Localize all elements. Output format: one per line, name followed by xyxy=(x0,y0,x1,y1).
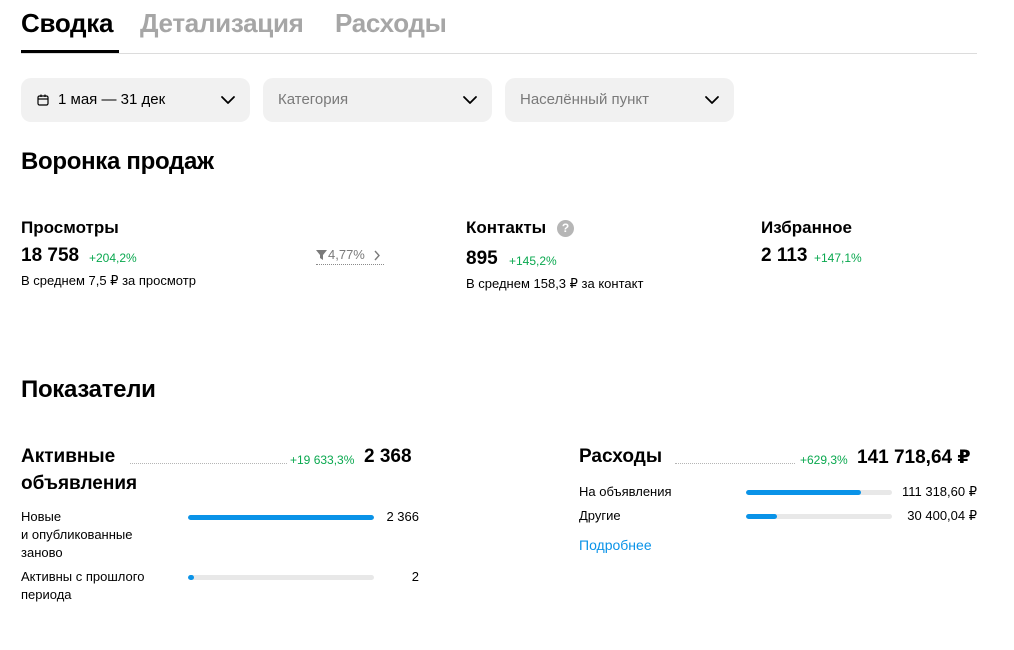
active-ads-title-line2: объявления xyxy=(21,473,138,494)
chevron-down-icon xyxy=(463,96,477,104)
row-value-new: 2 366 xyxy=(386,509,419,524)
active-ads-delta: +19 633,3% xyxy=(290,453,355,467)
contacts-subtext: В среднем 158,3 ₽ за контакт xyxy=(466,276,644,291)
leader-dots xyxy=(675,463,795,464)
tab-expenses[interactable]: Расходы xyxy=(335,8,447,39)
views-title: Просмотры xyxy=(21,218,119,237)
conversion-value: 4,77% xyxy=(328,247,365,262)
bar-fill-other xyxy=(746,514,778,519)
tab-details[interactable]: Детализация xyxy=(140,8,304,39)
location-select[interactable]: Населённый пункт xyxy=(505,78,734,122)
row-label-line: периода xyxy=(21,587,72,602)
favorites-delta: +147,1% xyxy=(814,251,862,265)
period-select[interactable]: 1 мая — 31 дек xyxy=(21,78,250,122)
row-value-ads: 111 318,60 ₽ xyxy=(901,484,977,499)
row-label-line: заново xyxy=(21,545,63,560)
bar-track-ads xyxy=(746,490,892,495)
contacts-title: Контакты xyxy=(466,218,547,237)
chevron-down-icon xyxy=(705,96,719,104)
funnel-heading: Воронка продаж xyxy=(21,148,214,175)
row-label-line: Активны с прошлого xyxy=(21,569,145,584)
bar-track-other xyxy=(746,514,892,519)
calendar-icon xyxy=(37,94,49,106)
chevron-down-icon xyxy=(221,96,235,104)
details-link[interactable]: Подробнее xyxy=(579,537,652,553)
bar-track-prev xyxy=(188,575,374,580)
expenses-title: Расходы xyxy=(579,446,663,467)
indicators-heading: Показатели xyxy=(21,376,156,403)
bar-fill-new xyxy=(188,515,374,520)
category-select[interactable]: Категория xyxy=(263,78,492,122)
period-value: 1 мая — 31 дек xyxy=(58,91,166,108)
row-value-prev: 2 xyxy=(411,569,419,584)
bar-track-new xyxy=(188,515,374,520)
tab-summary[interactable]: Сводка xyxy=(21,8,113,39)
expenses-delta: +629,3% xyxy=(800,453,848,467)
active-ads-title-line1: Активные xyxy=(21,446,116,467)
leader-dots xyxy=(130,463,287,464)
row-label-other: Другие xyxy=(579,508,621,523)
active-ads-value: 2 368 xyxy=(364,446,412,467)
chevron-right-icon xyxy=(374,250,380,261)
bar-fill-ads xyxy=(746,490,861,495)
row-label-line: и опубликованные xyxy=(21,527,133,542)
contacts-delta: +145,2% xyxy=(509,254,557,268)
views-delta: +204,2% xyxy=(89,251,137,265)
row-label-line: Новые xyxy=(21,509,62,524)
funnel-icon xyxy=(316,250,327,260)
favorites-value: 2 113 xyxy=(761,245,808,266)
bar-fill-prev xyxy=(188,575,194,580)
row-value-other: 30 400,04 ₽ xyxy=(907,508,977,523)
location-placeholder: Населённый пункт xyxy=(520,91,650,108)
favorites-title: Избранное xyxy=(761,218,852,237)
views-value: 18 758 xyxy=(21,245,80,266)
views-subtext: В среднем 7,5 ₽ за просмотр xyxy=(21,273,196,288)
contacts-value: 895 xyxy=(466,248,498,269)
tab-bar: Сводка Детализация Расходы xyxy=(21,0,977,54)
help-icon[interactable]: ? xyxy=(557,220,574,237)
expenses-value: 141 718,64 ₽ xyxy=(857,447,971,468)
row-label-new: Новые и опубликованные заново xyxy=(21,508,132,562)
row-label-prev: Активны с прошлого периода xyxy=(21,568,144,604)
active-tab-indicator xyxy=(21,50,119,53)
row-label-ads: На объявления xyxy=(579,484,672,499)
category-placeholder: Категория xyxy=(278,91,349,108)
conversion-link[interactable]: 4,77% xyxy=(316,247,384,265)
